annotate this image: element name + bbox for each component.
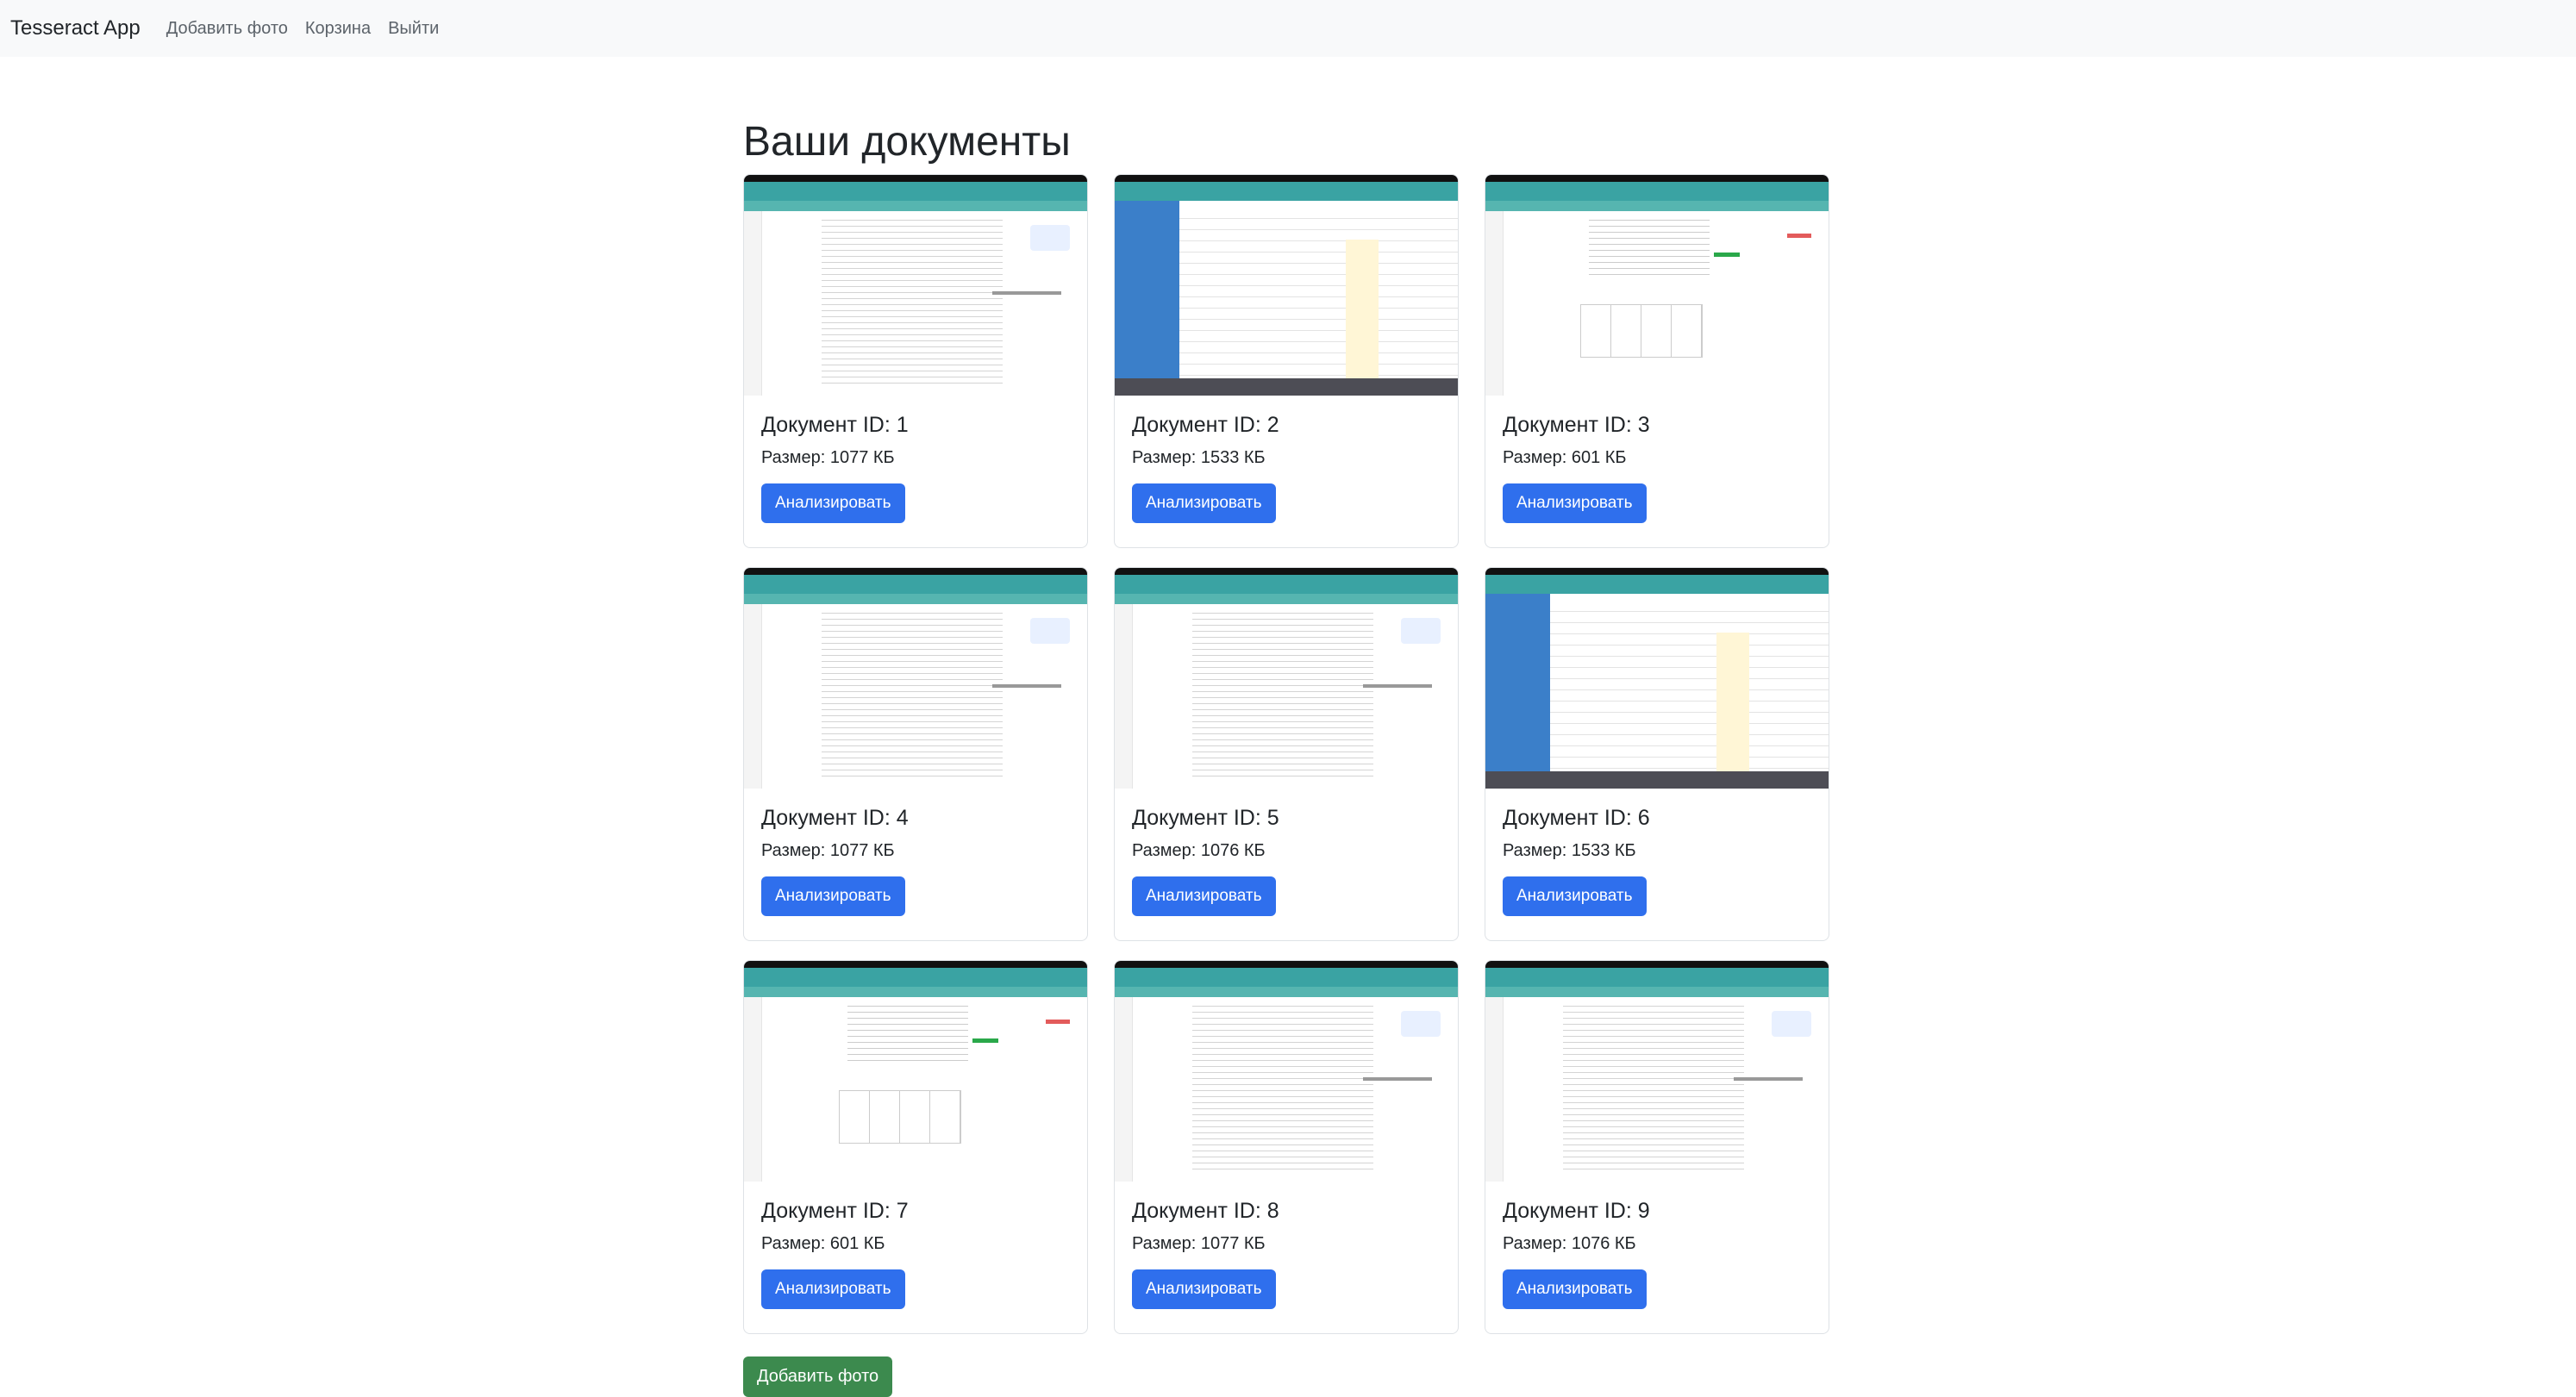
document-card: Документ ID: 4 Размер: 1077 КБ Анализирова…	[743, 567, 1088, 941]
main-content: Ваши документы Документ ID: 1 Размер: 107…	[743, 117, 1829, 1334]
document-thumbnail	[744, 961, 1087, 1182]
document-size: Размер: 601 КБ	[1503, 448, 1627, 467]
documents-grid: Документ ID: 1 Размер: 1077 КБ Анализирова…	[743, 174, 1829, 1334]
nav-link-add-photo[interactable]: Добавить фото	[166, 19, 288, 39]
document-title: Документ ID: 2	[1132, 413, 1279, 437]
document-thumbnail	[1485, 568, 1829, 789]
nav-link-logout[interactable]: Выйти	[388, 19, 439, 39]
document-card: Документ ID: 7 Размер: 601 КБ Анализироват…	[743, 960, 1088, 1334]
nav-link-cart[interactable]: Корзина	[305, 19, 371, 39]
document-thumbnail	[1115, 175, 1458, 396]
document-thumbnail	[1115, 961, 1458, 1182]
document-title: Документ ID: 1	[761, 413, 909, 437]
analyze-button[interactable]: Анализировать	[1503, 483, 1647, 523]
document-thumbnail	[1485, 175, 1829, 396]
document-card: Документ ID: 3 Размер: 601 КБ Анализироват…	[1485, 174, 1829, 548]
analyze-button[interactable]: Анализировать	[761, 876, 905, 916]
document-thumbnail	[1485, 961, 1829, 1182]
document-title: Документ ID: 9	[1503, 1199, 1650, 1223]
brand-link[interactable]: Tesseract App	[10, 16, 141, 41]
document-thumbnail	[744, 568, 1087, 789]
document-title: Документ ID: 5	[1132, 806, 1279, 830]
document-title: Документ ID: 7	[761, 1199, 909, 1223]
analyze-button[interactable]: Анализировать	[761, 1269, 905, 1309]
document-size: Размер: 1077 КБ	[1132, 1234, 1266, 1253]
analyze-button[interactable]: Анализировать	[1503, 876, 1647, 916]
document-title: Документ ID: 6	[1503, 806, 1650, 830]
page-title: Ваши документы	[743, 119, 1071, 165]
document-title: Документ ID: 3	[1503, 413, 1650, 437]
document-size: Размер: 601 КБ	[761, 1234, 885, 1253]
document-title: Документ ID: 8	[1132, 1199, 1279, 1223]
document-size: Размер: 1076 КБ	[1132, 841, 1266, 860]
document-thumbnail	[1115, 568, 1458, 789]
analyze-button[interactable]: Анализировать	[1132, 1269, 1276, 1309]
document-size: Размер: 1077 КБ	[761, 448, 895, 467]
navbar: Tesseract App Добавить фото Корзина Выйт…	[0, 0, 2576, 57]
document-card: Документ ID: 6 Размер: 1533 КБ Анализирова…	[1485, 567, 1829, 941]
document-size: Размер: 1533 КБ	[1132, 448, 1266, 467]
document-title: Документ ID: 4	[761, 806, 909, 830]
document-card: Документ ID: 9 Размер: 1076 КБ Анализирова…	[1485, 960, 1829, 1334]
document-card: Документ ID: 1 Размер: 1077 КБ Анализирова…	[743, 174, 1088, 548]
document-size: Размер: 1077 КБ	[761, 841, 895, 860]
document-size: Размер: 1076 КБ	[1503, 1234, 1636, 1253]
analyze-button[interactable]: Анализировать	[1132, 483, 1276, 523]
analyze-button[interactable]: Анализировать	[1503, 1269, 1647, 1309]
analyze-button[interactable]: Анализировать	[761, 483, 905, 523]
analyze-button[interactable]: Анализировать	[1132, 876, 1276, 916]
document-card: Документ ID: 2 Размер: 1533 КБ Анализирова…	[1114, 174, 1459, 548]
document-size: Размер: 1533 КБ	[1503, 841, 1636, 860]
add-photo-button[interactable]: Добавить фото	[743, 1356, 893, 1397]
document-thumbnail	[744, 175, 1087, 396]
document-card: Документ ID: 5 Размер: 1076 КБ Анализирова…	[1114, 567, 1459, 941]
document-card: Документ ID: 8 Размер: 1077 КБ Анализирова…	[1114, 960, 1459, 1334]
